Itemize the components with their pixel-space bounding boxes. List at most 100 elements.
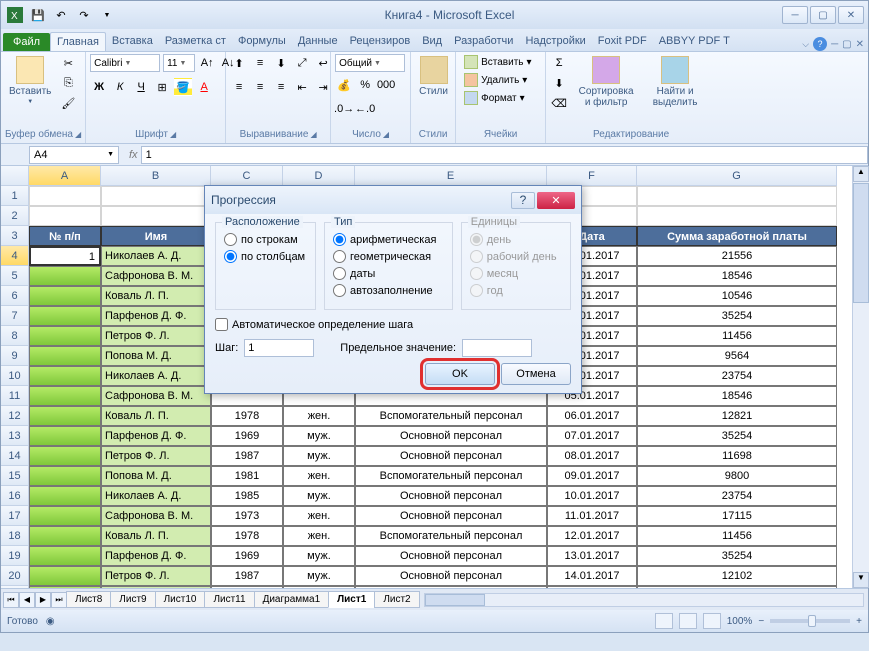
row-header[interactable]: 4 [1,246,29,266]
ribbon-tab-6[interactable]: Вид [416,32,448,51]
row-header[interactable]: 15 [1,466,29,486]
cell-sex[interactable]: жен. [283,466,355,486]
dialog-help-icon[interactable]: ? [511,192,535,209]
row-header[interactable]: 5 [1,266,29,286]
qat-dropdown-icon[interactable]: ▼ [97,5,117,25]
cell-npp[interactable] [29,446,101,466]
row-header[interactable]: 12 [1,406,29,426]
col-header[interactable]: D [283,166,355,186]
cell-name[interactable]: Сафронова В. М. [101,266,211,286]
fx-icon[interactable]: fx [129,149,138,161]
row-header[interactable]: 18 [1,526,29,546]
ribbon-tab-7[interactable]: Разработчи [448,32,519,51]
minimize-button[interactable]: ─ [782,6,808,24]
file-tab[interactable]: Файл [3,33,50,51]
cell-sex[interactable]: жен. [283,526,355,546]
cell-sex[interactable]: муж. [283,426,355,446]
ribbon-tab-10[interactable]: ABBYY PDF T [653,32,736,51]
type-auto-radio[interactable]: автозаполнение [333,284,444,297]
row-header[interactable]: 17 [1,506,29,526]
cell-sum[interactable]: 23754 [637,486,837,506]
cell-date[interactable]: 06.01.2017 [547,406,637,426]
cell-date[interactable]: 15.01.2017 [547,586,637,588]
col-header[interactable]: C [211,166,283,186]
cell-category[interactable]: Вспомогательный персонал [355,586,547,588]
undo-icon[interactable]: ↶ [51,5,71,25]
cell-npp[interactable] [29,486,101,506]
ribbon-tab-9[interactable]: Foxit PDF [592,32,653,51]
cell-sum[interactable]: 18546 [637,386,837,406]
cell-year[interactable]: 1978 [211,526,283,546]
ribbon-tab-3[interactable]: Формулы [232,32,292,51]
row-header[interactable]: 16 [1,486,29,506]
cell-year[interactable]: 1969 [211,426,283,446]
sheet-nav-first-icon[interactable]: ⏮ [3,592,19,608]
decrease-decimal-icon[interactable]: ←.0 [356,100,374,118]
ribbon-tab-1[interactable]: Вставка [106,32,159,51]
decrease-indent-icon[interactable]: ⇤ [293,78,311,96]
cell-year[interactable]: 1987 [211,566,283,586]
cell-npp[interactable] [29,386,101,406]
sort-filter-button[interactable]: Сортировка и фильтр [572,54,640,110]
row-header[interactable]: 19 [1,546,29,566]
bold-icon[interactable]: Ж [90,78,108,96]
cell-name[interactable]: Попова М. Д. [101,346,211,366]
cell-category[interactable]: Основной персонал [355,506,547,526]
cell-sum[interactable]: 35254 [637,306,837,326]
cell-year[interactable]: 1969 [211,546,283,566]
select-all-corner[interactable] [1,166,29,186]
cell[interactable] [637,186,837,206]
cell-sum[interactable]: 10546 [637,286,837,306]
align-bottom-icon[interactable]: ⬇ [272,54,290,72]
increase-font-icon[interactable]: A↑ [198,54,216,72]
vertical-scrollbar[interactable]: ▲ ▼ [852,166,869,588]
ribbon-tab-0[interactable]: Главная [50,32,106,51]
cell-sex[interactable]: муж. [283,566,355,586]
cell-name[interactable]: Попова М. Д. [101,586,211,588]
cell-category[interactable]: Вспомогательный персонал [355,406,547,426]
align-right-icon[interactable]: ≡ [272,78,290,96]
sheet-tab[interactable]: Диаграмма1 [254,591,330,608]
cell[interactable] [29,186,101,206]
sheet-tab[interactable]: Лист2 [374,591,419,608]
page-layout-view-icon[interactable] [679,613,697,629]
font-color-icon[interactable]: A [195,78,213,96]
sheet-nav-last-icon[interactable]: ⏭ [51,592,67,608]
cell-npp[interactable] [29,306,101,326]
find-select-button[interactable]: Найти и выделить [644,54,706,110]
cell-sex[interactable]: муж. [283,486,355,506]
cell-name[interactable]: Петров Ф. Л. [101,446,211,466]
cell-date[interactable]: 11.01.2017 [547,506,637,526]
cancel-button[interactable]: Отмена [501,363,571,385]
workbook-close-icon[interactable]: ✕ [856,39,864,50]
insert-cells-button[interactable]: Вставить ▾ [460,54,535,70]
row-header[interactable]: 1 [1,186,29,206]
cell-sex[interactable]: муж. [283,546,355,566]
fill-icon[interactable]: ⬇ [550,74,568,92]
row-header[interactable]: 21 [1,586,29,588]
number-launcher-icon[interactable]: ◢ [383,130,389,139]
row-header[interactable]: 6 [1,286,29,306]
cell-date[interactable]: 08.01.2017 [547,446,637,466]
delete-cells-button[interactable]: Удалить ▾ [460,72,531,88]
cell-sum[interactable]: 35254 [637,546,837,566]
paste-button[interactable]: Вставить ▼ [5,54,55,107]
save-icon[interactable]: 💾 [28,5,48,25]
formula-input[interactable]: 1 [141,146,868,164]
align-middle-icon[interactable]: ≡ [251,54,269,72]
sheet-tab[interactable]: Лист9 [110,591,155,608]
cell-npp[interactable] [29,506,101,526]
cell-npp[interactable] [29,566,101,586]
clear-icon[interactable]: ⌫ [550,94,568,112]
align-top-icon[interactable]: ⬆ [230,54,248,72]
cell-sex[interactable]: жен. [283,406,355,426]
percent-icon[interactable]: % [356,76,374,94]
cell-sum[interactable]: 21556 [637,246,837,266]
sheet-tab[interactable]: Лист8 [66,591,111,608]
row-header[interactable]: 13 [1,426,29,446]
cell-category[interactable]: Вспомогательный персонал [355,526,547,546]
cell-npp[interactable] [29,326,101,346]
styles-button[interactable]: Стили [415,54,452,99]
orientation-icon[interactable]: ⤢ [293,54,311,72]
cell-sum[interactable]: 12821 [637,406,837,426]
